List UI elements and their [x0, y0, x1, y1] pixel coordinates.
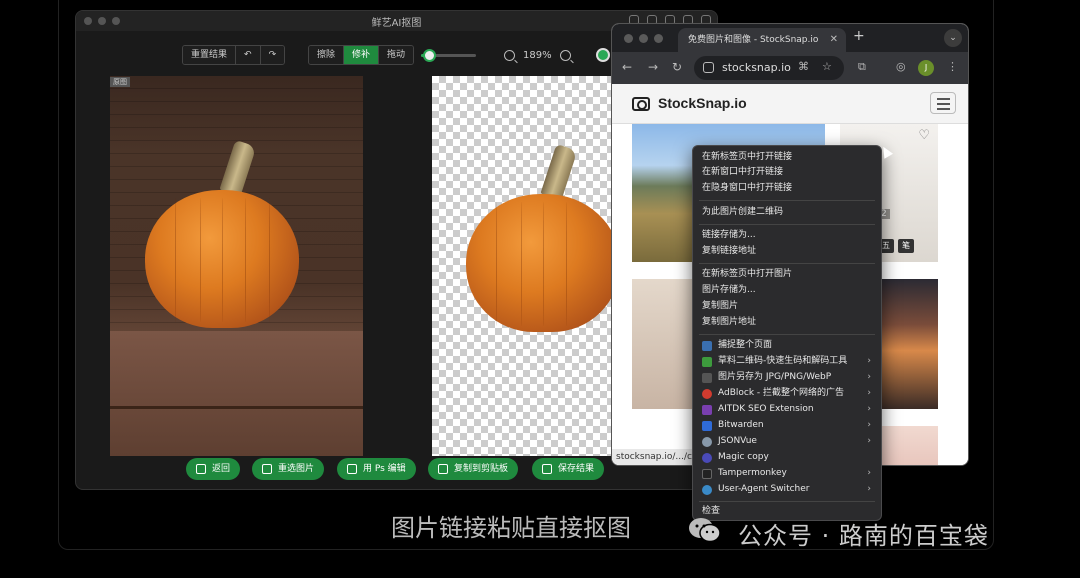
photoshop-icon	[347, 464, 357, 474]
camera-logo-icon[interactable]	[632, 97, 650, 111]
ctx-open-link-new-tab[interactable]: 在新标签页中打开链接	[693, 150, 881, 165]
aitdk-icon	[702, 405, 712, 415]
original-image-tag: 原图	[110, 77, 130, 87]
submenu-arrow-icon: ›	[867, 356, 871, 366]
original-image-canvas[interactable]	[110, 76, 363, 456]
ctx-ext-bitwarden[interactable]: Bitwarden ›	[693, 418, 881, 433]
menu-icon[interactable]	[930, 92, 956, 114]
qr-extension-icon	[702, 357, 712, 367]
mode-group: 擦除 修补 拖动	[308, 45, 415, 65]
active-tab[interactable]: 免费图片和图像 - StockSnap.io ✕	[678, 28, 846, 52]
ctx-copy-image[interactable]: 复制图片	[693, 299, 881, 314]
ctx-save-link-as[interactable]: 链接存储为...	[693, 228, 881, 243]
back-icon[interactable]: ←	[622, 60, 632, 74]
profile-avatar[interactable]: J	[918, 60, 934, 76]
translate-icon[interactable]: ⌘	[798, 60, 809, 73]
ctx-ext-save-image-format[interactable]: 图片另存为 JPG/PNG/WebP ›	[693, 370, 881, 385]
more-menu-icon[interactable]: ⋮	[947, 60, 958, 73]
reset-result-button[interactable]: 重置结果	[183, 46, 237, 64]
save-icon	[542, 464, 552, 474]
profile-sync-icon[interactable]: ◎	[896, 60, 906, 73]
magic-copy-icon	[702, 453, 712, 463]
copy-to-clipboard-button[interactable]: 复制到剪贴板	[428, 458, 519, 480]
ctx-create-qr-code[interactable]: 为此图片创建二维码	[693, 205, 881, 220]
globe-icon	[702, 485, 712, 495]
pumpkin-image	[145, 139, 305, 362]
pumpkin-cutout-image	[466, 143, 626, 366]
image-save-extension-icon	[702, 373, 712, 383]
context-menu: 在新标签页中打开链接 在新窗口中打开链接 在隐身窗口中打开链接 为此图片创建二维…	[692, 145, 882, 521]
ctx-open-image-new-tab[interactable]: 在新标签页中打开图片	[693, 267, 881, 282]
status-bar-url: stocksnap.io/.../cof	[612, 449, 705, 465]
wechat-logo-icon	[689, 518, 721, 543]
reload-icon[interactable]: ↻	[672, 60, 682, 74]
save-result-button[interactable]: 保存结果	[532, 458, 605, 480]
heart-icon[interactable]: ♡	[918, 128, 930, 143]
back-button[interactable]: 返回	[186, 458, 241, 480]
ctx-ext-tampermonkey[interactable]: Tampermonkey ›	[693, 466, 881, 481]
reselect-image-button[interactable]: 重选图片	[252, 458, 325, 480]
tab-strip: 免费图片和图像 - StockSnap.io ✕ + ⌄	[612, 24, 968, 52]
video-caption: 图片链接粘贴直接抠图	[391, 514, 631, 542]
watermark-text: 公众号 · 路南的百宝袋	[738, 522, 989, 550]
ctx-ext-user-agent-switcher[interactable]: User-Agent Switcher ›	[693, 482, 881, 497]
screen: 鲜艺AI抠图 重置结果 ↶ ↷ 擦除 修补 拖动 189% 原图 返回 重选图片…	[0, 0, 1080, 578]
extensions-icon[interactable]: ⧉	[858, 60, 866, 74]
jsonvue-icon	[702, 437, 712, 447]
ctx-ext-qr-tool[interactable]: 草料二维码-快速生码和解码工具 ›	[693, 354, 881, 369]
ctx-open-link-incognito[interactable]: 在隐身窗口中打开链接	[693, 181, 881, 196]
ps-edit-button[interactable]: 用 Ps 编辑	[337, 458, 416, 480]
brush-size-handle[interactable]	[423, 49, 437, 62]
ctx-ext-aitdk-seo[interactable]: AITDK SEO Extension ›	[693, 402, 881, 417]
image-icon	[262, 464, 272, 474]
brush-size-slider[interactable]	[421, 49, 476, 62]
site-settings-icon[interactable]	[703, 62, 714, 73]
submenu-arrow-icon: ›	[867, 388, 871, 398]
erase-mode-button[interactable]: 擦除	[309, 46, 345, 64]
capture-extension-icon	[702, 341, 712, 351]
adblock-icon	[702, 389, 712, 399]
zoom-out-icon[interactable]	[504, 49, 515, 61]
tab-search-icon[interactable]: ⌄	[944, 29, 962, 47]
tampermonkey-icon	[702, 469, 712, 479]
ctx-copy-link-address[interactable]: 复制链接地址	[693, 244, 881, 259]
tag-chip[interactable]: 笔	[898, 239, 914, 253]
site-name[interactable]: StockSnap.io	[658, 95, 747, 111]
address-toolbar: ← → ↻ stocksnap.io ⌘ ☆ ⧉ ◎ J ⋮	[612, 52, 968, 84]
undo-icon[interactable]: ↶	[236, 46, 261, 64]
copy-icon	[438, 464, 448, 474]
zoom-in-icon[interactable]	[559, 49, 571, 61]
submenu-arrow-icon: ›	[867, 404, 871, 414]
redo-icon[interactable]: ↷	[260, 46, 285, 64]
drag-mode-button[interactable]: 拖动	[379, 46, 414, 64]
tab-close-icon[interactable]: ✕	[830, 28, 838, 52]
ctx-ext-adblock[interactable]: AdBlock - 拦截整个网络的广告 ›	[693, 386, 881, 401]
ctx-save-image-as[interactable]: 图片存储为...	[693, 283, 881, 298]
ctx-ext-magic-copy[interactable]: Magic copy	[693, 450, 881, 465]
repair-mode-button[interactable]: 修补	[344, 46, 380, 64]
new-tab-button[interactable]: +	[853, 28, 865, 44]
ctx-copy-image-address[interactable]: 复制图片地址	[693, 315, 881, 330]
browser-window-controls[interactable]	[624, 34, 663, 43]
submenu-arrow-icon: ›	[867, 484, 871, 494]
bitwarden-shield-icon	[702, 421, 712, 431]
zoom-control: 189%	[504, 45, 571, 65]
history-group: 重置结果 ↶ ↷	[182, 45, 286, 65]
bookmark-star-icon[interactable]: ☆	[822, 60, 832, 73]
back-arrow-icon	[196, 464, 206, 474]
compare-toggle-icon[interactable]	[596, 48, 610, 62]
ctx-ext-capture-page[interactable]: 捕捉整个页面	[693, 338, 881, 353]
ctx-open-link-new-window[interactable]: 在新窗口中打开链接	[693, 165, 881, 180]
submenu-arrow-icon: ›	[867, 420, 871, 430]
zoom-level: 189%	[523, 49, 552, 61]
submenu-arrow-icon: ›	[867, 436, 871, 446]
forward-icon[interactable]: →	[648, 60, 658, 74]
submenu-arrow-icon: ›	[867, 372, 871, 382]
ctx-ext-jsonvue[interactable]: JSONVue ›	[693, 434, 881, 449]
site-header: StockSnap.io	[612, 84, 968, 124]
submenu-arrow-icon: ›	[867, 468, 871, 478]
